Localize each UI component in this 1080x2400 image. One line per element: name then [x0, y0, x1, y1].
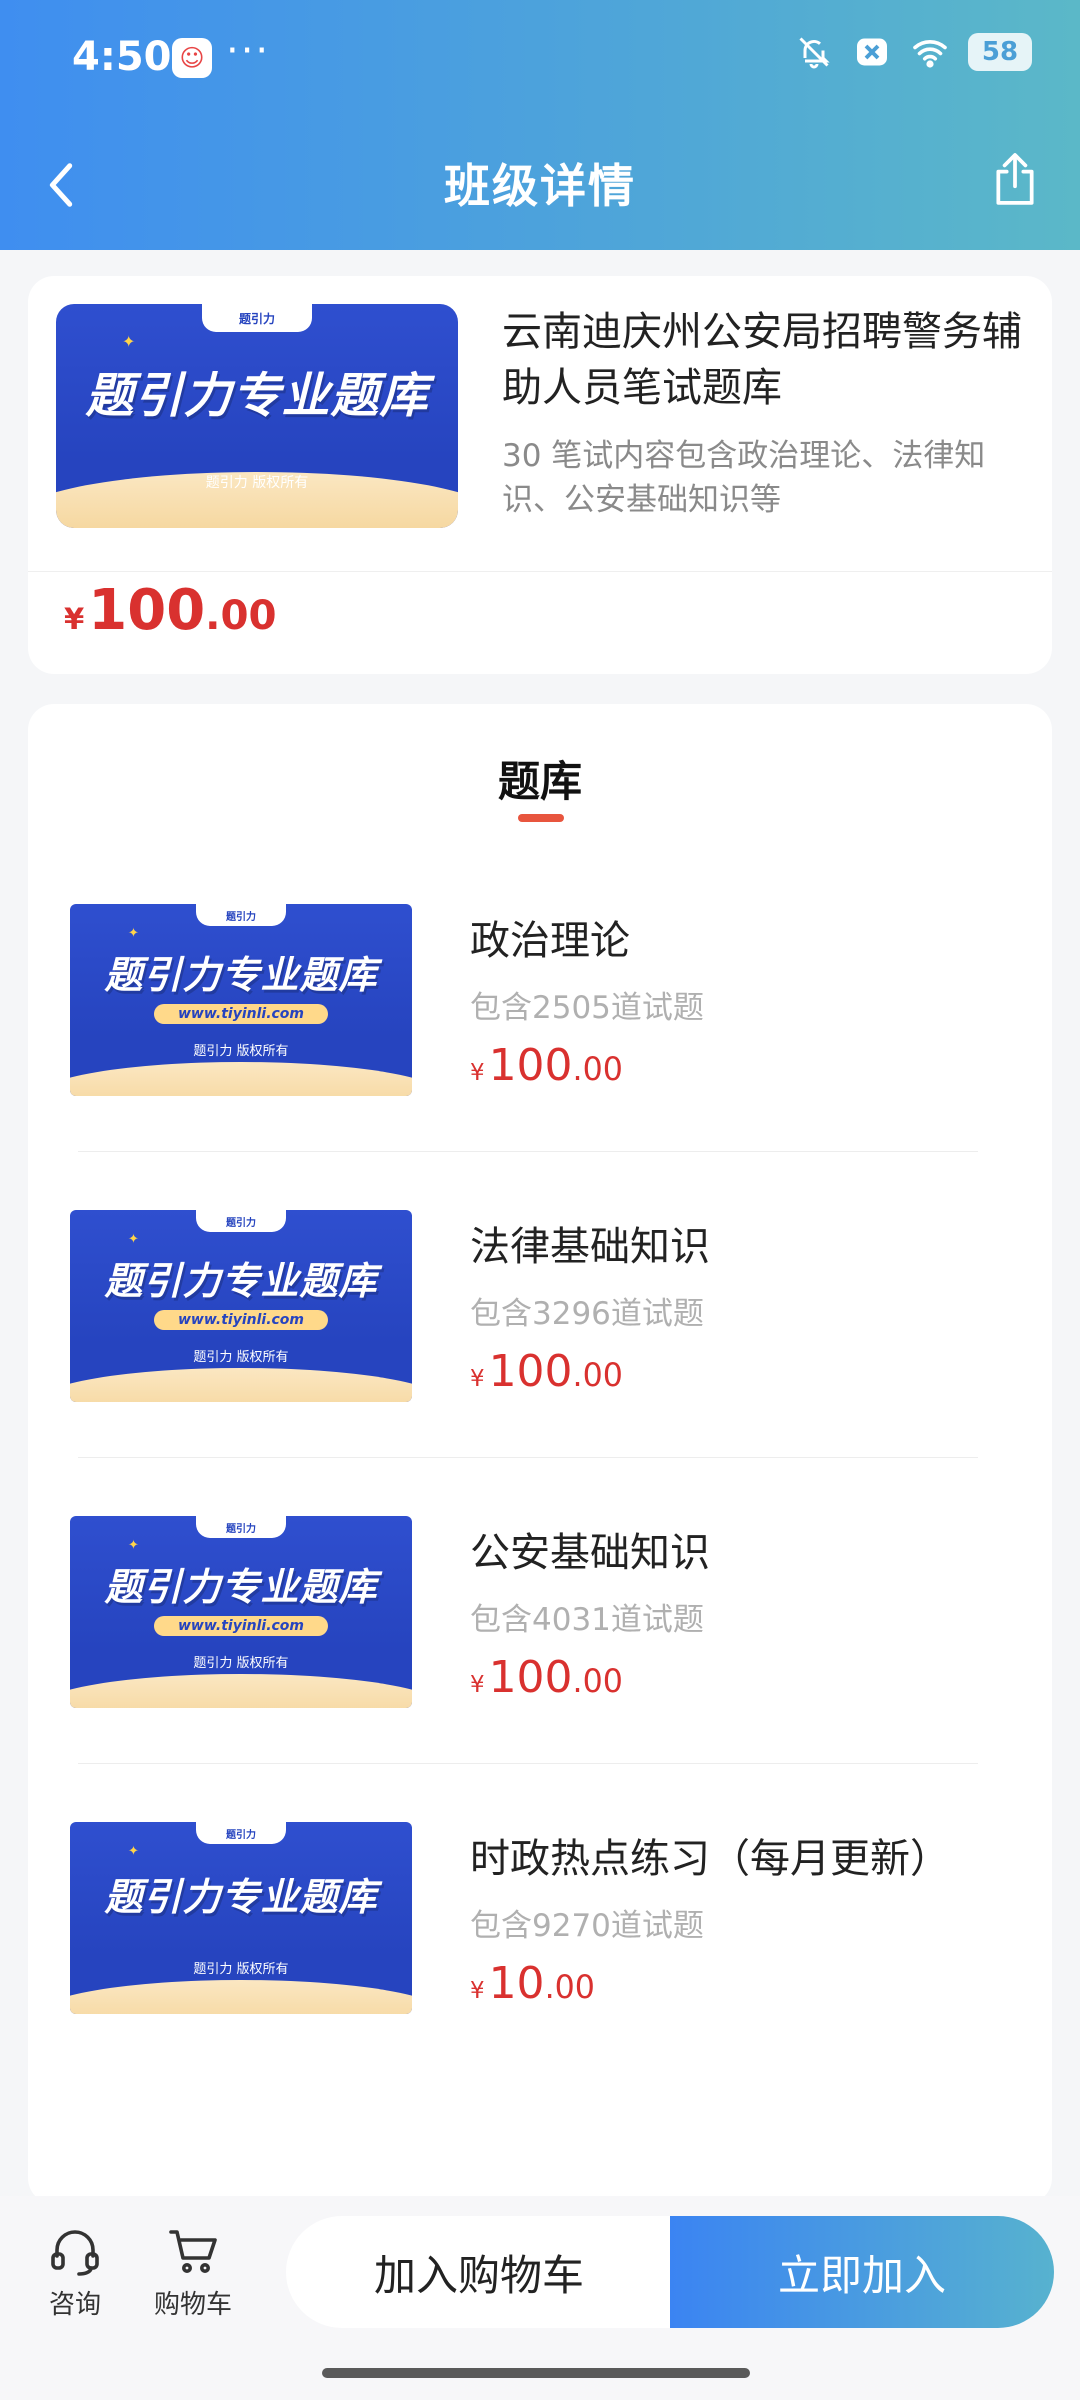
price-integer: 100: [488, 1652, 573, 1703]
price-decimal: .00: [572, 1358, 623, 1394]
status-icons: 58: [794, 32, 1032, 72]
course-title: 云南迪庆州公安局招聘警务辅助人员笔试题库: [502, 309, 1022, 411]
divider: [78, 1457, 978, 1458]
star-icon: ✦: [128, 1538, 139, 1553]
add-to-cart-button[interactable]: 加入购物车: [286, 2216, 672, 2328]
status-time: 4:50: [72, 34, 172, 80]
item-price: ¥100.00: [470, 1652, 623, 1703]
close-box-icon: [852, 32, 892, 72]
share-icon[interactable]: [990, 152, 1040, 208]
thumbnail-url: www.tiyinli.com: [153, 1004, 329, 1024]
divider: [28, 571, 1052, 572]
course-thumbnail: 题引力 ✦ 题引力专业题库 题引力 版权所有: [56, 304, 458, 528]
thumbnail-copyright: 题引力 版权所有: [193, 1962, 289, 1977]
price-decimal: .00: [205, 592, 277, 639]
section-underline: [518, 814, 564, 822]
item-thumbnail: 题引力 ✦ 题引力专业题库 www.tiyinli.com 题引力 版权所有: [70, 1516, 412, 1708]
thumbnail-logo: 题引力: [196, 1516, 286, 1538]
battery-icon: 58: [968, 33, 1032, 71]
price-currency: ¥: [470, 1978, 485, 2004]
thumbnail-wave: [70, 1674, 412, 1708]
price-integer: 100: [488, 1346, 573, 1397]
item-name: 时政热点练习（每月更新）: [470, 1836, 950, 1882]
thumbnail-copyright: 题引力 版权所有: [193, 1044, 289, 1059]
item-name: 公安基础知识: [470, 1530, 710, 1576]
item-name: 政治理论: [470, 918, 630, 964]
item-count: 包含4031道试题: [470, 1602, 704, 1638]
cart-button[interactable]: 购物车: [138, 2226, 248, 2321]
price-integer: 10: [488, 1958, 545, 2009]
thumbnail-url: www.tiyinli.com: [153, 1616, 329, 1636]
price-integer: 100: [88, 578, 206, 643]
price-currency: ¥: [64, 602, 85, 636]
home-indicator[interactable]: [322, 2368, 750, 2378]
page-title: 班级详情: [444, 159, 636, 213]
star-icon: ✦: [128, 1844, 139, 1859]
thumbnail-copyright: 题引力 版权所有: [193, 1656, 289, 1671]
thumbnail-url: www.tiyinli.com: [153, 1310, 329, 1330]
thumbnail-banner: 题引力专业题库: [104, 1875, 378, 1919]
item-name: 法律基础知识: [470, 1224, 710, 1270]
item-thumbnail: 题引力 ✦ 题引力专业题库 www.tiyinli.com 题引力 版权所有: [70, 904, 412, 1096]
item-count: 包含2505道试题: [470, 990, 704, 1026]
thumbnail-logo: 题引力: [196, 1210, 286, 1232]
star-icon: ✦: [128, 926, 139, 941]
thumbnail-wave: [70, 1980, 412, 2014]
list-item[interactable]: 题引力 ✦ 题引力专业题库 题引力 版权所有 时政热点练习（每月更新） 包含92…: [70, 1822, 1010, 2082]
price-currency: ¥: [470, 1366, 485, 1392]
thumbnail-wave: [70, 1062, 412, 1096]
item-price: ¥100.00: [470, 1040, 623, 1091]
thumbnail-copyright: 题引力 版权所有: [205, 475, 309, 491]
thumbnail-banner: 题引力专业题库: [104, 953, 378, 997]
wifi-icon: [910, 32, 950, 72]
price-currency: ¥: [470, 1672, 485, 1698]
app-header: 4:50 ☺ ··· 58 班级详情: [0, 0, 1080, 250]
consult-label: 咨询: [48, 2290, 101, 2320]
headset-icon: [47, 2226, 103, 2278]
divider: [78, 1151, 978, 1152]
cart-label: 购物车: [153, 2290, 232, 2320]
price-decimal: .00: [544, 1970, 595, 2006]
mute-bell-icon: [794, 32, 834, 72]
list-item[interactable]: 题引力 ✦ 题引力专业题库 www.tiyinli.com 题引力 版权所有 公…: [70, 1516, 1010, 1776]
price-decimal: .00: [572, 1664, 623, 1700]
course-card: 题引力 ✦ 题引力专业题库 题引力 版权所有 云南迪庆州公安局招聘警务辅助人员笔…: [28, 276, 1052, 674]
price-decimal: .00: [572, 1052, 623, 1088]
item-price: ¥10.00: [470, 1958, 595, 2009]
app-notification-icon: ☺: [172, 38, 212, 78]
star-icon: ✦: [128, 1232, 139, 1247]
status-bar: 4:50 ☺ ··· 58: [0, 0, 1080, 120]
course-price: ¥100.00: [64, 578, 277, 643]
thumbnail-banner: 题引力专业题库: [104, 1259, 378, 1303]
item-count: 包含3296道试题: [470, 1296, 704, 1332]
star-icon: ✦: [122, 332, 136, 351]
consult-button[interactable]: 咨询: [20, 2226, 130, 2321]
thumbnail-banner: 题引力专业题库: [104, 1565, 378, 1609]
thumbnail-wave: [70, 1368, 412, 1402]
divider: [78, 1763, 978, 1764]
shopping-cart-icon: [165, 2226, 221, 2278]
more-notifications-icon: ···: [226, 28, 271, 74]
question-bank-card: 题库 题引力 ✦ 题引力专业题库 www.tiyinli.com 题引力 版权所…: [28, 704, 1052, 2204]
item-thumbnail: 题引力 ✦ 题引力专业题库 www.tiyinli.com 题引力 版权所有: [70, 1210, 412, 1402]
thumbnail-banner: 题引力专业题库: [85, 368, 429, 424]
price-currency: ¥: [470, 1060, 485, 1086]
item-thumbnail: 题引力 ✦ 题引力专业题库 题引力 版权所有: [70, 1822, 412, 2014]
list-item[interactable]: 题引力 ✦ 题引力专业题库 www.tiyinli.com 题引力 版权所有 法…: [70, 1210, 1010, 1470]
item-price: ¥100.00: [470, 1346, 623, 1397]
section-title: 题库: [497, 757, 582, 806]
thumbnail-copyright: 题引力 版权所有: [193, 1350, 289, 1365]
join-now-button[interactable]: 立即加入: [670, 2216, 1054, 2328]
thumbnail-logo: 题引力: [202, 304, 312, 332]
list-item[interactable]: 题引力 ✦ 题引力专业题库 www.tiyinli.com 题引力 版权所有 政…: [70, 904, 1010, 1164]
thumbnail-logo: 题引力: [196, 1822, 286, 1844]
thumbnail-logo: 题引力: [196, 904, 286, 926]
course-description: 30 笔试内容包含政治理论、法律知识、公安基础知识等: [502, 438, 986, 518]
price-integer: 100: [488, 1040, 573, 1091]
item-count: 包含9270道试题: [470, 1908, 704, 1944]
